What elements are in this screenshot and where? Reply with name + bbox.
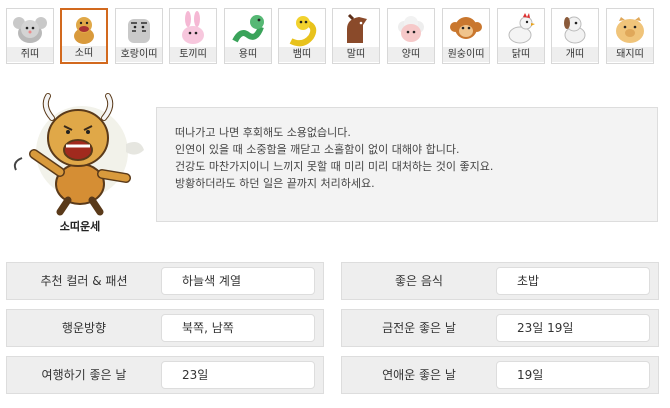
tab-tiger[interactable]: 호랑이띠 xyxy=(115,8,163,64)
tab-dragon[interactable]: 용띠 xyxy=(224,8,272,64)
tab-label: 닭띠 xyxy=(498,47,544,62)
tab-ox[interactable]: 소띠 xyxy=(60,8,108,64)
dragon-icon xyxy=(227,11,269,47)
fortune-line: 건강도 마찬가지이니 느끼지 못할 때 미리 미리 대처하는 것이 좋지요. xyxy=(175,160,494,173)
tab-label: 뱀띠 xyxy=(279,47,325,62)
sheep-icon xyxy=(390,11,432,47)
tab-pig[interactable]: 돼지띠 xyxy=(606,8,654,64)
good-food-row: 좋은 음식 초밥 xyxy=(341,262,659,300)
info-label: 행운방향 xyxy=(61,321,107,335)
travel-day-row: 여행하기 좋은 날 23일 xyxy=(6,356,324,394)
info-label: 금전운 좋은 날 xyxy=(382,321,456,335)
info-label: 추천 컬러 & 패션 xyxy=(40,274,128,288)
info-value: 23일 xyxy=(161,361,315,389)
rat-icon xyxy=(9,11,51,47)
ox-icon xyxy=(63,11,105,47)
tab-rabbit[interactable]: 토끼띠 xyxy=(169,8,217,64)
info-value: 북쪽, 남쪽 xyxy=(161,314,315,342)
fortune-line: 인연이 있을 때 소중함을 깨닫고 소홀함이 없이 대해야 합니다. xyxy=(175,143,460,156)
money-luck-day-row: 금전운 좋은 날 23일 19일 xyxy=(341,309,659,347)
tab-rooster[interactable]: 닭띠 xyxy=(497,8,545,64)
tab-label: 호랑이띠 xyxy=(116,47,162,62)
zodiac-tab-bar: 쥐띠 소띠 호랑이띠 토끼띠 용띠 뱀띠 말띠 양띠 원숭이띠 닭띠 개띠 돼지… xyxy=(6,8,662,66)
tiger-icon xyxy=(118,11,160,47)
tab-label: 쥐띠 xyxy=(7,47,53,62)
fortune-message-panel: 떠나가고 나면 후회해도 소용없습니다. 인연이 있을 때 소중함을 깨닫고 소… xyxy=(156,107,658,222)
recommended-color-fashion-row: 추천 컬러 & 패션 하늘색 계열 xyxy=(6,262,324,300)
tab-dog[interactable]: 개띠 xyxy=(551,8,599,64)
fortune-title: 소띠운세 xyxy=(59,220,101,233)
info-value: 19일 xyxy=(496,361,650,389)
tab-label: 말띠 xyxy=(333,47,379,62)
info-label: 연애운 좋은 날 xyxy=(382,368,456,382)
info-value: 초밥 xyxy=(496,267,650,295)
tab-horse[interactable]: 말띠 xyxy=(332,8,380,64)
tab-label: 돼지띠 xyxy=(607,47,653,62)
info-value: 하늘색 계열 xyxy=(161,267,315,295)
tab-label: 토끼띠 xyxy=(170,47,216,62)
horse-icon xyxy=(335,11,377,47)
love-luck-day-row: 연애운 좋은 날 19일 xyxy=(341,356,659,394)
tab-label: 원숭이띠 xyxy=(443,47,489,62)
fortune-line: 방황하더라도 하던 일은 끝까지 처리하세요. xyxy=(175,177,375,190)
rabbit-icon xyxy=(172,11,214,47)
info-label: 여행하기 좋은 날 xyxy=(41,368,127,382)
tab-label: 소띠 xyxy=(62,46,106,61)
tab-label: 개띠 xyxy=(552,47,598,62)
ox-mascot-icon xyxy=(8,88,150,216)
info-value: 23일 19일 xyxy=(496,314,650,342)
dog-icon xyxy=(554,11,596,47)
snake-icon xyxy=(281,11,323,47)
lucky-direction-row: 행운방향 북쪽, 남쪽 xyxy=(6,309,324,347)
fortune-line: 떠나가고 나면 후회해도 소용없습니다. xyxy=(175,126,351,139)
info-label: 좋은 음식 xyxy=(395,274,443,288)
tab-sheep[interactable]: 양띠 xyxy=(387,8,435,64)
tab-label: 용띠 xyxy=(225,47,271,62)
tab-label: 양띠 xyxy=(388,47,434,62)
pig-icon xyxy=(609,11,651,47)
tab-monkey[interactable]: 원숭이띠 xyxy=(442,8,490,64)
monkey-icon xyxy=(445,11,487,47)
tab-snake[interactable]: 뱀띠 xyxy=(278,8,326,64)
tab-rat[interactable]: 쥐띠 xyxy=(6,8,54,64)
rooster-icon xyxy=(500,11,542,47)
